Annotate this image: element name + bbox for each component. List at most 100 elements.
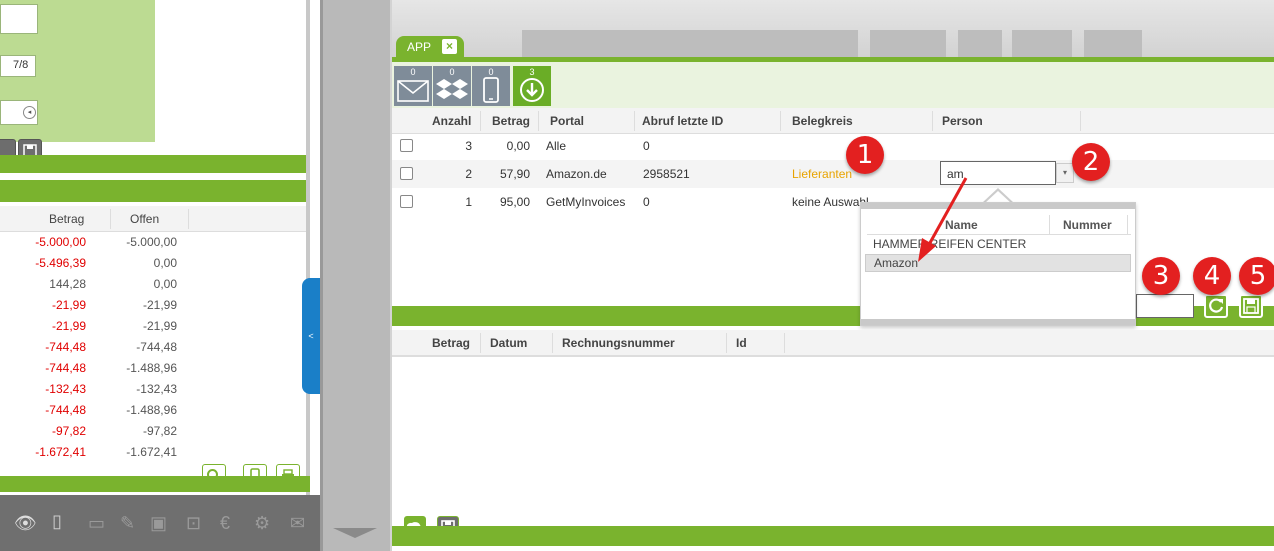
dropbox-icon bbox=[436, 79, 468, 99]
bottom-table-header: Betrag Datum Rechnungsnummer Id bbox=[392, 330, 1274, 356]
table-row[interactable]: -744,48 -1.488,96 bbox=[0, 399, 306, 420]
annotation-badge-1: 1 bbox=[846, 136, 884, 174]
row-offen: -1.488,96 bbox=[126, 361, 177, 375]
table-row[interactable]: 2 57,90 Amazon.de 2958521 Lieferanten bbox=[392, 160, 1274, 188]
left-table-header: Betrag Offen bbox=[0, 206, 306, 232]
row-offen: -21,99 bbox=[142, 298, 177, 312]
refresh-button[interactable] bbox=[1204, 294, 1228, 318]
left-form-select[interactable]: ◂ bbox=[0, 100, 38, 125]
col-nummer: Nummer bbox=[1063, 218, 1112, 232]
mobile-icon bbox=[483, 77, 499, 103]
mail-icon[interactable]: ✉ bbox=[290, 513, 305, 534]
row-offen: -744,48 bbox=[136, 340, 177, 354]
eye-icon[interactable]: 👁 bbox=[14, 513, 37, 534]
row-checkbox[interactable] bbox=[400, 195, 413, 208]
row-betrag: -744,48 bbox=[45, 340, 86, 354]
row-checkbox[interactable] bbox=[400, 167, 413, 180]
row-offen: 0,00 bbox=[153, 277, 177, 291]
dropbox-source-button[interactable]: 0 bbox=[433, 66, 471, 106]
col-offen: Offen bbox=[130, 212, 160, 226]
col-betrag: Betrag bbox=[49, 212, 85, 226]
row-betrag: -744,48 bbox=[45, 361, 86, 375]
table-row[interactable]: 1 95,00 GetMyInvoices 0 keine Auswahl bbox=[392, 188, 1274, 216]
belegkreis-link[interactable]: Lieferanten bbox=[792, 167, 852, 181]
table-row[interactable]: 144,28 0,00 bbox=[0, 273, 306, 294]
row-offen: -1.672,41 bbox=[126, 445, 177, 459]
col-person: Person bbox=[942, 114, 983, 128]
save-icon[interactable]: ▣ bbox=[150, 513, 167, 534]
tablet-icon[interactable]: ▭ bbox=[88, 513, 105, 534]
gear-icon[interactable]: ⚙ bbox=[254, 513, 270, 534]
row-offen: -97,82 bbox=[142, 424, 177, 438]
col-rechnungsnummer: Rechnungsnummer bbox=[562, 336, 675, 350]
tab-app[interactable]: APP × bbox=[396, 36, 464, 58]
document-icon[interactable]: ▯ bbox=[52, 511, 62, 532]
row-betrag: -21,99 bbox=[51, 298, 86, 312]
save-button[interactable] bbox=[1239, 294, 1263, 318]
table-row[interactable]: 3 0,00 Alle 0 bbox=[392, 132, 1274, 160]
chevron-left-icon[interactable]: ◂ bbox=[23, 106, 36, 119]
link-icon[interactable]: ⊡ bbox=[186, 513, 201, 534]
row-betrag: -5.496,39 bbox=[35, 256, 86, 270]
table-row[interactable]: -21,99 -21,99 bbox=[0, 315, 306, 336]
table-row[interactable]: -132,43 -132,43 bbox=[0, 378, 306, 399]
filter-input[interactable] bbox=[1136, 294, 1194, 318]
table-row[interactable]: -744,48 -744,48 bbox=[0, 336, 306, 357]
row-betrag: -5.000,00 bbox=[35, 235, 86, 249]
top-table-header: Anzahl Betrag Portal Abruf letzte ID Bel… bbox=[392, 108, 1274, 134]
row-checkbox[interactable] bbox=[400, 139, 413, 152]
col-anzahl: Anzahl bbox=[432, 114, 472, 128]
top-banner bbox=[392, 0, 1274, 58]
left-green-bar-3 bbox=[0, 476, 310, 492]
left-footer-toolbar: 👁 ▯ ▭ ✎ ▣ ⊡ € ⚙ ✉ bbox=[0, 495, 320, 551]
collapse-handle[interactable]: < bbox=[302, 278, 320, 394]
panel-divider[interactable] bbox=[320, 0, 392, 551]
left-scrollbar[interactable] bbox=[306, 0, 310, 500]
col-belegkreis: Belegkreis bbox=[792, 114, 853, 128]
email-source-button[interactable]: 0 bbox=[394, 66, 432, 106]
tab-app-label: APP bbox=[407, 40, 432, 54]
row-betrag: -21,99 bbox=[51, 319, 86, 333]
col-id: Id bbox=[736, 336, 747, 350]
euro-icon[interactable]: € bbox=[220, 513, 230, 534]
table-row[interactable]: -21,99 -21,99 bbox=[0, 294, 306, 315]
left-form-field-1[interactable] bbox=[0, 4, 38, 34]
mail-icon bbox=[397, 80, 429, 102]
mobile-source-button[interactable]: 0 bbox=[472, 66, 510, 106]
annotation-arrow bbox=[918, 177, 968, 262]
annotation-badge-3: 3 bbox=[1142, 257, 1180, 295]
download-source-button[interactable]: 3 bbox=[513, 66, 551, 106]
left-panel: 7/8 ◂ Betrag Offen -5.000,00 -5.000,00 -5.… bbox=[0, 0, 320, 551]
calendar-icon: 7/8 bbox=[13, 59, 29, 71]
left-form-field-2[interactable]: 7/8 bbox=[0, 55, 36, 77]
refresh-icon bbox=[1209, 298, 1224, 313]
col-betrag: Betrag bbox=[432, 336, 471, 350]
table-row[interactable]: -5.496,39 0,00 bbox=[0, 252, 306, 273]
left-green-bar-1 bbox=[0, 155, 310, 173]
table-row[interactable]: -1.672,41 -1.672,41 bbox=[0, 441, 306, 462]
row-offen: -5.000,00 bbox=[126, 235, 177, 249]
table-row[interactable]: -97,82 -97,82 bbox=[0, 420, 306, 441]
row-offen: -21,99 bbox=[142, 319, 177, 333]
col-portal: Portal bbox=[550, 114, 585, 128]
table-row[interactable]: -5.000,00 -5.000,00 bbox=[0, 231, 306, 252]
close-icon[interactable]: × bbox=[442, 39, 457, 54]
row-betrag: -744,48 bbox=[45, 403, 86, 417]
annotation-badge-4: 4 bbox=[1193, 257, 1231, 295]
table-row[interactable]: -744,48 -1.488,96 bbox=[0, 357, 306, 378]
row-betrag: -132,43 bbox=[45, 382, 86, 396]
annotation-badge-2: 2 bbox=[1072, 143, 1110, 181]
expand-down-icon[interactable] bbox=[333, 528, 377, 538]
left-green-bar-2 bbox=[0, 180, 310, 202]
bottom-action-bar bbox=[392, 526, 1274, 546]
annotation-badge-5: 5 bbox=[1239, 257, 1274, 295]
download-icon bbox=[520, 78, 544, 102]
row-betrag: -97,82 bbox=[51, 424, 86, 438]
edit-icon[interactable]: ✎ bbox=[120, 513, 135, 534]
chevron-down-icon[interactable]: ▾ bbox=[1056, 163, 1074, 183]
row-betrag: 144,28 bbox=[49, 277, 86, 291]
row-offen: -1.488,96 bbox=[126, 403, 177, 417]
row-betrag: -1.672,41 bbox=[35, 445, 86, 459]
row-offen: 0,00 bbox=[153, 256, 177, 270]
col-datum: Datum bbox=[490, 336, 528, 350]
